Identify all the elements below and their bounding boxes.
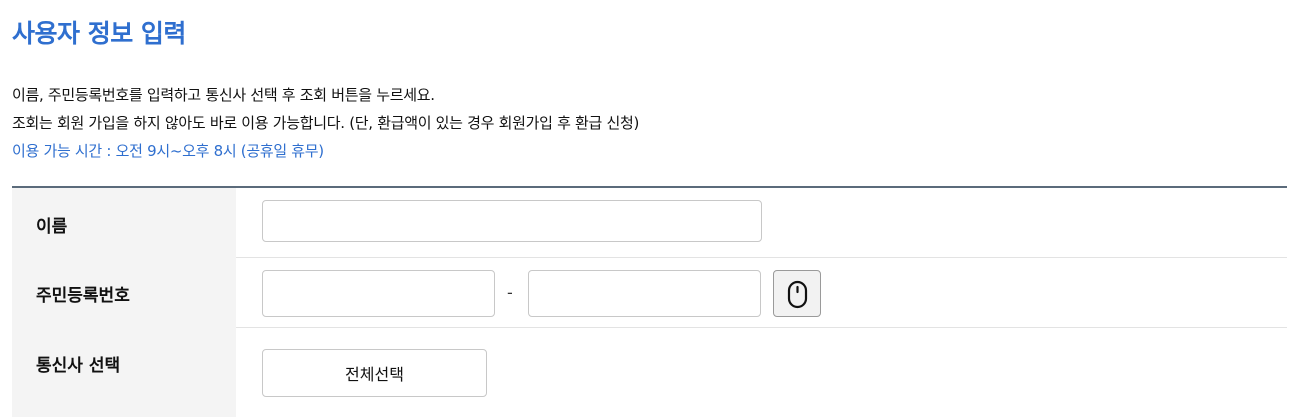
carrier-label: 통신사 선택 <box>36 356 121 376</box>
name-input[interactable] <box>262 200 762 242</box>
secure-keypad-button[interactable] <box>773 270 821 317</box>
name-label-cell: 이름 <box>12 188 236 257</box>
resident-number-label: 주민등록번호 <box>36 286 130 306</box>
user-info-page: 사용자 정보 입력 이름, 주민등록번호를 입력하고 통신사 선택 후 조회 버… <box>0 0 1301 417</box>
instructions: 이름, 주민등록번호를 입력하고 통신사 선택 후 조회 버튼을 누르세요. 조… <box>12 81 639 165</box>
user-info-form: 이름 주민등록번호 - 통신사 선택 전체선택 <box>12 186 1287 417</box>
instruction-line-2: 조회는 회원 가입을 하지 않아도 바로 이용 가능합니다. (단, 환급액이 … <box>12 114 640 132</box>
carrier-row: 통신사 선택 전체선택 <box>12 327 1287 417</box>
name-row: 이름 <box>12 188 1287 258</box>
resident-number-label-cell: 주민등록번호 <box>12 257 236 327</box>
resident-number-front-input[interactable] <box>262 270 495 317</box>
resident-number-row: 주민등록번호 - <box>12 257 1287 328</box>
instruction-line-1: 이름, 주민등록번호를 입력하고 통신사 선택 후 조회 버튼을 누르세요. <box>12 86 435 104</box>
service-hours-notice: 이용 가능 시간 : 오전 9시~오후 8시 (공휴일 휴무) <box>12 142 324 160</box>
carrier-label-cell: 통신사 선택 <box>12 327 236 417</box>
mouse-icon <box>787 280 808 309</box>
resident-number-back-input[interactable] <box>528 270 761 317</box>
name-label: 이름 <box>36 217 68 237</box>
page-title: 사용자 정보 입력 <box>12 19 186 48</box>
select-all-carriers-button[interactable]: 전체선택 <box>262 349 487 397</box>
resident-number-separator: - <box>507 283 513 302</box>
